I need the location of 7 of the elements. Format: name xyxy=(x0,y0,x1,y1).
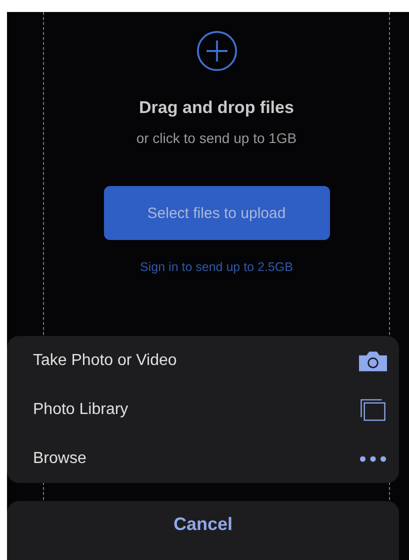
cancel-button[interactable]: Cancel xyxy=(7,501,399,560)
camera-icon xyxy=(359,350,387,372)
drop-title: Drag and drop files xyxy=(139,98,294,118)
photo-stack-icon xyxy=(359,398,387,420)
drop-subtitle: or click to send up to 1GB xyxy=(136,130,297,146)
add-icon xyxy=(196,30,238,72)
more-icon xyxy=(359,454,387,462)
